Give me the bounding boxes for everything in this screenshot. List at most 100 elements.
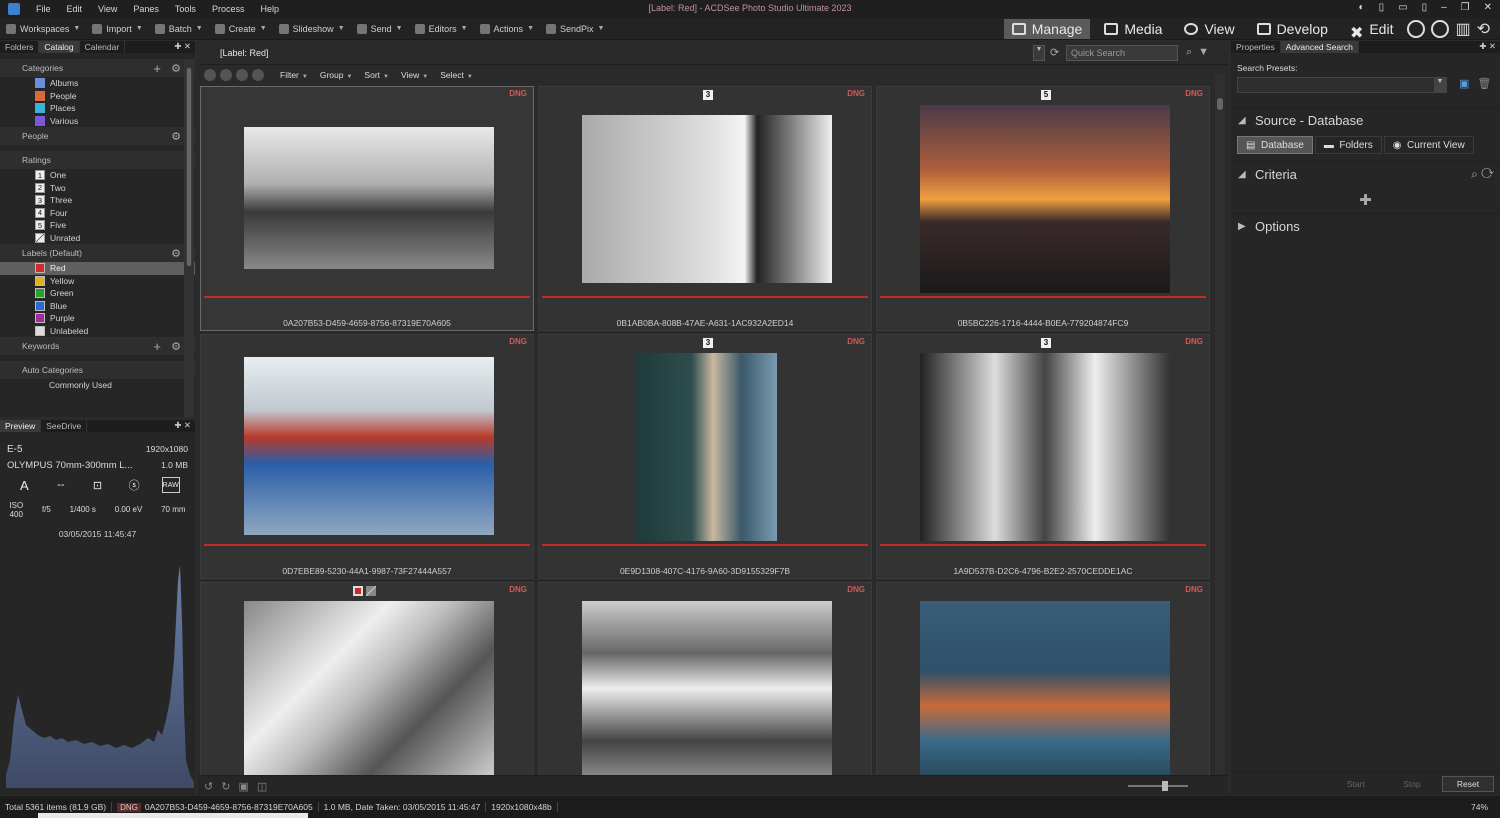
thumbnail[interactable]: DNG 0D7EBE89-5230-44A1-9987-73F27444A557 xyxy=(200,334,534,579)
select-menu[interactable]: Select ▼ xyxy=(440,70,473,80)
view-menu[interactable]: View ▼ xyxy=(401,70,428,80)
back-icon[interactable] xyxy=(220,69,232,81)
rating-item[interactable]: 1 One xyxy=(0,169,195,182)
add-criteria-icon[interactable]: ✚ xyxy=(1231,187,1500,213)
start-search-button[interactable]: Start xyxy=(1330,776,1382,792)
source-current-view-button[interactable]: ◉ Current View xyxy=(1383,136,1474,154)
path-dropdown[interactable]: ▼ xyxy=(1033,45,1045,61)
category-item[interactable]: Various xyxy=(0,115,195,128)
red-label-icon[interactable] xyxy=(353,586,363,596)
rating-badge[interactable]: 3 xyxy=(703,338,713,348)
send-button[interactable]: Send ▼ xyxy=(351,23,409,34)
pin-icon[interactable]: ✚ ✕ xyxy=(1475,41,1500,53)
rating-item[interactable]: Unrated xyxy=(0,232,195,245)
quick-search-input[interactable]: Quick Search xyxy=(1066,45,1178,61)
thumbnail[interactable]: DNG 0A207B53-D459-4659-8756-87319E70A605 xyxy=(200,86,534,331)
menu-process[interactable]: Process xyxy=(204,4,253,14)
edit-icon[interactable] xyxy=(366,586,376,596)
rating-badge[interactable]: 5 xyxy=(1041,90,1051,100)
tab-calendar[interactable]: Calendar xyxy=(80,41,126,53)
rating-item[interactable]: 3 Three xyxy=(0,194,195,207)
layout-bottom-icon[interactable]: ▭ xyxy=(1398,2,1407,13)
thumbnail-image[interactable] xyxy=(244,601,494,776)
thumbnail-image[interactable] xyxy=(635,353,777,541)
thumbnail[interactable]: DNG xyxy=(876,582,1210,776)
thumbnail[interactable]: DNG 3 0E9D1308-407C-4176-9A60-3D9155329F7B xyxy=(538,334,872,579)
auto-categories-header[interactable]: Auto Categories xyxy=(0,361,195,379)
account-icon[interactable]: ◐ xyxy=(1359,2,1365,13)
edit-mode-button[interactable]: ✖ Edit xyxy=(1342,19,1402,42)
layout-left-icon[interactable]: ▯ xyxy=(1379,2,1385,13)
thumbnail-image[interactable] xyxy=(244,127,494,269)
menu-tools[interactable]: Tools xyxy=(167,4,204,14)
ratings-header[interactable]: Ratings xyxy=(0,151,195,169)
gear-icon[interactable]: ⚙ xyxy=(171,130,181,143)
tab-seedrive[interactable]: SeeDrive xyxy=(41,420,88,432)
pin-icon[interactable]: ✚ ✕ xyxy=(170,41,195,53)
source-folders-button[interactable]: ▬ Folders xyxy=(1314,136,1382,154)
layout-right-icon[interactable]: ▯ xyxy=(1422,2,1428,13)
compare-icon[interactable]: ▣ xyxy=(238,780,248,793)
criteria-section-header[interactable]: ◢ Criteria ⌕ ⟳ xyxy=(1231,161,1500,187)
tab-folders[interactable]: Folders xyxy=(0,41,40,53)
thumbnail-image[interactable] xyxy=(920,601,1170,776)
thumbnail-size-slider[interactable] xyxy=(1128,785,1188,787)
label-item[interactable]: Yellow xyxy=(0,275,195,288)
delete-preset-icon[interactable]: 🗑 xyxy=(1477,77,1491,90)
categories-header[interactable]: Categories + ⚙ xyxy=(0,59,195,77)
sort-menu[interactable]: Sort ▼ xyxy=(364,70,389,80)
labels-header[interactable]: Labels (Default) ⚙ xyxy=(0,244,195,262)
left-pane-scrollbar[interactable] xyxy=(184,59,194,417)
actions-button[interactable]: Actions ▼ xyxy=(474,23,540,34)
forward-icon[interactable] xyxy=(236,69,248,81)
thumbnail[interactable]: DNG 3 1A9D537B-D2C6-4796-B2E2-2570CEDDE1AC xyxy=(876,334,1210,579)
editors-button[interactable]: Editors ▼ xyxy=(409,23,474,34)
globe-icon[interactable] xyxy=(1407,20,1426,38)
close-icon[interactable]: ✕ xyxy=(1484,2,1492,13)
view-mode-button[interactable]: View xyxy=(1176,19,1242,39)
menu-panes[interactable]: Panes xyxy=(125,4,167,14)
group-menu[interactable]: Group ▼ xyxy=(320,70,353,80)
criteria-tools-icon[interactable]: ⌕ ⟳ xyxy=(1471,167,1494,182)
options-section-header[interactable]: ▶ Options xyxy=(1231,213,1500,239)
reset-search-button[interactable]: Reset xyxy=(1442,775,1494,792)
workspaces-button[interactable]: Workspaces ▼ xyxy=(0,23,86,34)
thumbnail-size-knob[interactable] xyxy=(1162,781,1168,791)
source-database-button[interactable]: ▤ Database xyxy=(1237,136,1313,154)
rating-item[interactable]: 2 Two xyxy=(0,182,195,195)
gear-icon[interactable]: ⚙ xyxy=(171,340,181,353)
tab-advanced-search[interactable]: Advanced Search xyxy=(1280,41,1359,53)
search-icon[interactable]: ⌕ xyxy=(1186,46,1192,59)
rating-item[interactable]: 4 Four xyxy=(0,207,195,220)
slideshow-button[interactable]: Slideshow ▼ xyxy=(273,23,351,34)
rating-badge[interactable]: 3 xyxy=(703,90,713,100)
thumbnail[interactable]: DNG xyxy=(538,582,872,776)
category-item[interactable]: People xyxy=(0,90,195,103)
thumbnail-image[interactable] xyxy=(582,601,832,776)
label-item[interactable]: Red xyxy=(0,262,195,275)
tab-catalog[interactable]: Catalog xyxy=(39,41,80,53)
up-icon[interactable] xyxy=(252,69,264,81)
people-header[interactable]: People ⚙ xyxy=(0,127,195,145)
import-button[interactable]: Import ▼ xyxy=(86,23,148,34)
menu-help[interactable]: Help xyxy=(252,4,287,14)
rotate-left-icon[interactable]: ↺ xyxy=(204,780,213,793)
filter-menu[interactable]: Filter ▼ xyxy=(280,70,308,80)
develop-mode-button[interactable]: Develop xyxy=(1249,19,1336,39)
minimize-icon[interactable]: – xyxy=(1441,2,1447,13)
menu-view[interactable]: View xyxy=(90,4,125,14)
home-icon[interactable] xyxy=(204,69,216,81)
label-item[interactable]: Unlabeled xyxy=(0,325,195,338)
stop-search-button[interactable]: Stop xyxy=(1386,776,1438,792)
pin-icon[interactable]: ✚ ✕ xyxy=(170,420,195,432)
media-mode-button[interactable]: Media xyxy=(1096,19,1170,39)
thumbnail[interactable]: DNG 3 0B1AB0BA-808B-47AE-A631-1AC932A2ED14 xyxy=(538,86,872,331)
label-item[interactable]: Purple xyxy=(0,312,195,325)
tab-properties[interactable]: Properties xyxy=(1231,41,1281,53)
fit-icon[interactable]: ◫ xyxy=(257,780,267,793)
gear-icon[interactable]: ⚙ xyxy=(171,62,181,75)
restore-icon[interactable]: ❐ xyxy=(1461,2,1470,13)
category-item[interactable]: Albums xyxy=(0,77,195,90)
thumbnail-image[interactable] xyxy=(920,105,1170,293)
keywords-header[interactable]: Keywords + ⚙ xyxy=(0,337,195,355)
